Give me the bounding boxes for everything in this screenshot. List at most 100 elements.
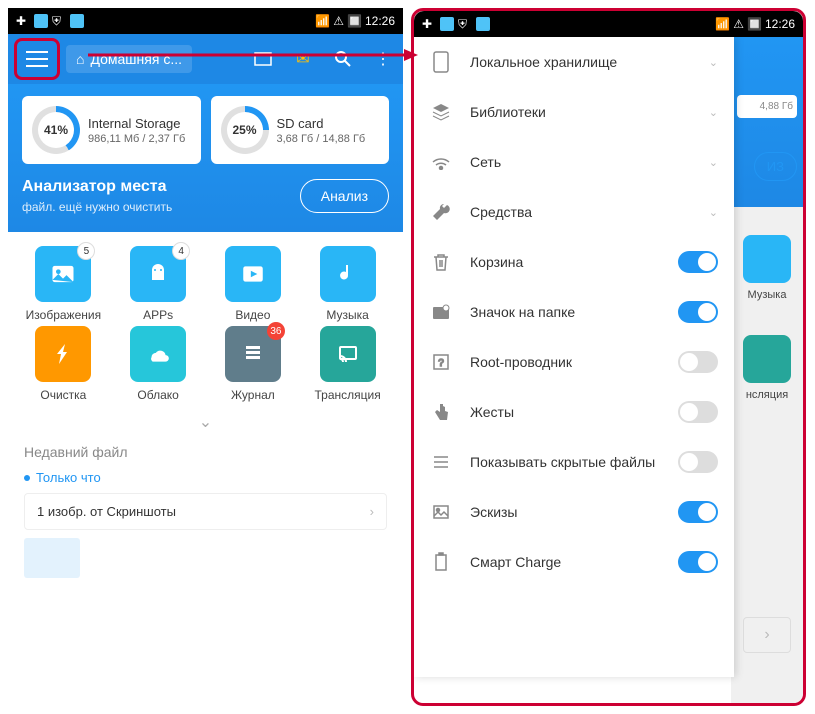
plus-icon: ✚ — [16, 14, 30, 28]
alert-icon: ⚠ — [333, 14, 344, 28]
folder-badge-icon — [430, 301, 452, 323]
layers-icon — [430, 101, 452, 123]
storage-card-internal[interactable]: 41% Internal Storage 986,11 Мб / 2,37 Гб — [22, 96, 201, 164]
cat-apps[interactable]: 4APPs — [113, 246, 204, 322]
wrench-icon — [430, 201, 452, 223]
toggle-gestures[interactable] — [678, 401, 718, 423]
phone-right: ✚ ⛨ 📶 ⚠ 🔲 12:26 4,88 Гб ИЗ Музыка нсляци… — [411, 8, 806, 706]
root-icon: ? — [430, 351, 452, 373]
home-icon: ⌂ — [76, 51, 84, 67]
cat-music[interactable]: Музыка — [302, 246, 393, 322]
chevron-down-icon: ⌄ — [709, 156, 718, 169]
storage-name: Internal Storage — [88, 116, 185, 131]
recent-time: Только что — [24, 470, 387, 485]
drawer-item-root[interactable]: ?Root-проводник — [414, 337, 734, 387]
signal-icon: 📶 — [715, 17, 730, 31]
clock-text: 12:26 — [365, 14, 395, 28]
storage-card-sd[interactable]: 25% SD card 3,68 Гб / 14,88 Гб — [211, 96, 390, 164]
drawer-item-folder-badge[interactable]: Значок на папке — [414, 287, 734, 337]
cat-label: APPs — [143, 308, 173, 322]
storage-detail: 986,11 Мб / 2,37 Гб — [88, 133, 185, 145]
app-icon — [440, 17, 454, 31]
cat-cast[interactable]: Трансляция — [302, 326, 393, 402]
list-icon — [430, 451, 452, 473]
battery-icon — [430, 551, 452, 573]
analyzer-title: Анализатор места — [22, 178, 300, 196]
toggle-charge[interactable] — [678, 551, 718, 573]
svg-text:?: ? — [438, 358, 444, 369]
toggle-trash[interactable] — [678, 251, 718, 273]
recent-item[interactable]: 1 изобр. от Скриншоты › — [24, 493, 387, 530]
drawer-item-hidden-files[interactable]: Показывать скрытые файлы — [414, 437, 734, 487]
storage-detail: 3,68 Гб / 14,88 Гб — [277, 133, 366, 145]
expand-categories[interactable]: ⌄ — [8, 406, 403, 438]
recent-item-label: 1 изобр. от Скриншоты — [37, 504, 176, 519]
cat-images[interactable]: 5Изображения — [18, 246, 109, 322]
trash-icon — [430, 251, 452, 273]
app2-icon — [476, 17, 490, 31]
chevron-down-icon: ⌄ — [709, 56, 718, 69]
badge: 5 — [77, 242, 95, 260]
nav-drawer: Локальное хранилище⌄ Библиотеки⌄ Сеть⌄ С… — [414, 37, 734, 677]
battery-icon: 🔲 — [347, 14, 362, 28]
image-icon — [430, 501, 452, 523]
badge: 36 — [267, 322, 285, 340]
toggle-thumbs[interactable] — [678, 501, 718, 523]
analyzer-sub: файл. ещё нужно очистить — [22, 200, 300, 214]
recent-thumbnail[interactable] — [24, 538, 80, 578]
app-icon — [34, 14, 48, 28]
shield-icon: ⛨ — [458, 17, 472, 31]
bg-chevron: › — [743, 617, 791, 653]
pct-internal: 41% — [32, 106, 80, 154]
toggle-hidden[interactable] — [678, 451, 718, 473]
drawer-item-tools[interactable]: Средства⌄ — [414, 187, 734, 237]
arrow-indicator — [88, 47, 418, 63]
bg-analyze-btn: ИЗ — [754, 152, 797, 181]
cat-cloud[interactable]: Облако — [113, 326, 204, 402]
cat-label: Облако — [137, 388, 178, 402]
phone-icon — [430, 51, 452, 73]
phone-left: ✚ ⛨ 📶 ⚠ 🔲 12:26 ⌂ Домашняя с... ✉ ⋮ 41% … — [8, 8, 403, 706]
cat-label: Видео — [235, 308, 270, 322]
analyze-button[interactable]: Анализ — [300, 179, 389, 213]
toggle-folder-badge[interactable] — [678, 301, 718, 323]
battery-icon: 🔲 — [747, 17, 762, 31]
gesture-icon — [430, 401, 452, 423]
bg-label: нсляция — [735, 389, 799, 401]
clock-text: 12:26 — [765, 17, 795, 31]
drawer-item-trash[interactable]: Корзина — [414, 237, 734, 287]
signal-icon: 📶 — [315, 14, 330, 28]
app2-icon — [70, 14, 84, 28]
chevron-down-icon: ⌄ — [709, 106, 718, 119]
storage-section: 41% Internal Storage 986,11 Мб / 2,37 Гб… — [8, 84, 403, 232]
drawer-item-local-storage[interactable]: Локальное хранилище⌄ — [414, 37, 734, 87]
drawer-item-smart-charge[interactable]: Смарт Charge — [414, 537, 734, 587]
drawer-item-libraries[interactable]: Библиотеки⌄ — [414, 87, 734, 137]
cat-label: Изображения — [26, 308, 101, 322]
category-grid: 5Изображения 4APPs Видео Музыка Очистка … — [8, 232, 403, 406]
badge: 4 — [172, 242, 190, 260]
cat-label: Музыка — [326, 308, 368, 322]
recent-section: Недавний файл Только что 1 изобр. от Скр… — [8, 438, 403, 584]
status-bar: ✚ ⛨ 📶 ⚠ 🔲 12:26 — [8, 8, 403, 34]
pct-sd: 25% — [221, 106, 269, 154]
drawer-item-gestures[interactable]: Жесты — [414, 387, 734, 437]
storage-name: SD card — [277, 116, 366, 131]
toggle-root[interactable] — [678, 351, 718, 373]
cat-clean[interactable]: Очистка — [18, 326, 109, 402]
alert-icon: ⚠ — [733, 17, 744, 31]
drawer-item-network[interactable]: Сеть⌄ — [414, 137, 734, 187]
menu-button[interactable] — [14, 38, 60, 80]
status-bar: ✚ ⛨ 📶 ⚠ 🔲 12:26 — [414, 11, 803, 37]
drawer-item-thumbnails[interactable]: Эскизы — [414, 487, 734, 537]
chevron-down-icon: ⌄ — [709, 206, 718, 219]
cat-label: Журнал — [231, 388, 275, 402]
network-icon — [430, 151, 452, 173]
cat-label: Очистка — [40, 388, 86, 402]
bg-label: Музыка — [735, 289, 799, 301]
cat-label: Трансляция — [315, 388, 381, 402]
cat-journal[interactable]: 36Журнал — [208, 326, 299, 402]
bg-storage: 4,88 Гб — [737, 95, 797, 118]
chevron-right-icon: › — [370, 504, 374, 519]
cat-video[interactable]: Видео — [208, 246, 299, 322]
